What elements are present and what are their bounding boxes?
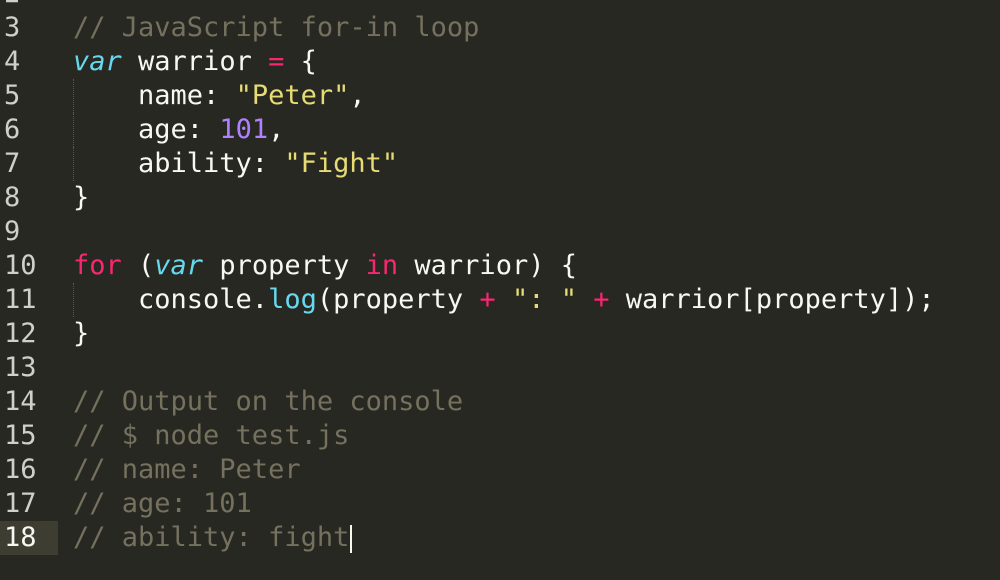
code-lines[interactable]: 23 // JavaScript for-in loop 4 var warrior … [0,0,1000,555]
code-text[interactable]: // JavaScript for-in loop [73,11,479,45]
code-token-string: ": " [511,284,577,315]
code-token-comment: // Output on the console [73,386,464,417]
code-text[interactable]: var warrior = { [73,45,317,79]
code-token-storage: var [154,250,204,281]
code-line[interactable]: 14 // Output on the console [0,385,1000,419]
code-line[interactable]: 6 age: 101, [0,113,1000,147]
code-line[interactable]: 10 for (var property in warrior) { [0,249,1000,283]
code-token-plain: (property [316,284,480,315]
code-token-string: "Peter" [235,80,350,111]
code-line[interactable]: 13 [0,351,1000,385]
code-editor[interactable]: 23 // JavaScript for-in loop 4 var warrior … [0,0,1000,580]
code-token-comment: // $ node test.js [73,420,350,451]
code-token-operator: + [593,284,610,315]
code-line[interactable]: 15 // $ node test.js [0,419,1000,453]
line-number: 4 [4,46,21,77]
line-number: 18 [0,521,58,555]
code-token-plain: } [73,182,90,213]
code-line[interactable]: 8} [0,181,1000,215]
line-number: 6 [4,114,21,145]
code-text[interactable]: for (var property in warrior) { [73,249,577,283]
code-text[interactable]: // age: 101 [73,487,252,521]
code-token-number: 101 [219,114,269,145]
code-token-plain: , [268,114,285,145]
line-number: 9 [4,216,21,247]
code-line[interactable]: 18 // ability: fight [0,521,1000,555]
code-text[interactable]: ability: "Fight" [73,147,398,181]
code-token-keyword: for [73,250,122,281]
text-cursor [350,524,353,553]
code-line[interactable]: 9 [0,215,1000,249]
line-number: 14 [4,386,37,417]
code-text[interactable]: } [73,317,89,351]
code-token-operator: = [268,46,285,77]
code-token-plain: ability: [73,148,285,179]
code-token-plain: { [284,46,317,77]
code-text[interactable]: } [73,181,89,215]
code-line[interactable]: 4 var warrior = { [0,45,1000,79]
line-number: 8 [4,182,21,213]
line-number: 16 [4,454,37,485]
line-number: 15 [4,420,37,451]
code-token-operator: + [479,284,496,315]
code-token-comment: // ability: fight [73,522,350,553]
line-number: 3 [4,12,21,43]
code-token-comment: // age: 101 [73,488,252,519]
code-token-support: log [268,284,317,315]
code-token-plain: warrior) { [398,250,577,281]
code-token-plain: property [203,250,366,281]
code-line[interactable]: 3 // JavaScript for-in loop [0,11,1000,45]
code-line[interactable]: 12} [0,317,1000,351]
code-token-keyword: in [365,250,399,281]
code-line[interactable]: 5 name: "Peter", [0,79,1000,113]
code-line[interactable]: 11 console.log(property + ": " + warrior… [0,283,1000,317]
code-token-comment: // JavaScript for-in loop [73,12,480,43]
code-token-string: "Fight" [284,148,399,179]
code-text[interactable]: console.log(property + ": " + warrior[pr… [73,283,935,317]
line-number: 17 [4,488,37,519]
line-number: 13 [4,352,37,383]
code-line[interactable]: 17 // age: 101 [0,487,1000,521]
code-token-comment: // name: Peter [73,454,301,485]
line-number: 2 [0,0,58,11]
line-number: 7 [4,148,21,179]
code-token-plain: warrior[property]); [609,284,935,315]
code-token-plain: age: [73,114,220,145]
code-text[interactable]: name: "Peter", [73,79,366,113]
line-number: 5 [4,80,21,111]
code-token-plain: ( [121,250,155,281]
code-token-storage: var [73,46,122,77]
code-line[interactable]: 16 // name: Peter [0,453,1000,487]
code-token-plain: name: [73,80,236,111]
line-number: 12 [4,318,37,349]
code-token-plain: warrior [121,46,269,77]
code-line[interactable]: 7 ability: "Fight" [0,147,1000,181]
code-text[interactable]: // Output on the console [73,385,463,419]
line-number: 10 [4,250,37,281]
code-text[interactable]: // $ node test.js [73,419,349,453]
code-token-plain: console. [73,284,269,315]
code-token-plain: , [349,80,366,111]
code-line[interactable]: 2 [0,0,1000,11]
code-text[interactable]: age: 101, [73,113,284,147]
code-text[interactable]: // ability: fight [73,521,353,555]
line-number: 11 [4,284,37,315]
code-text[interactable]: // name: Peter [73,453,301,487]
code-token-plain: } [73,318,90,349]
